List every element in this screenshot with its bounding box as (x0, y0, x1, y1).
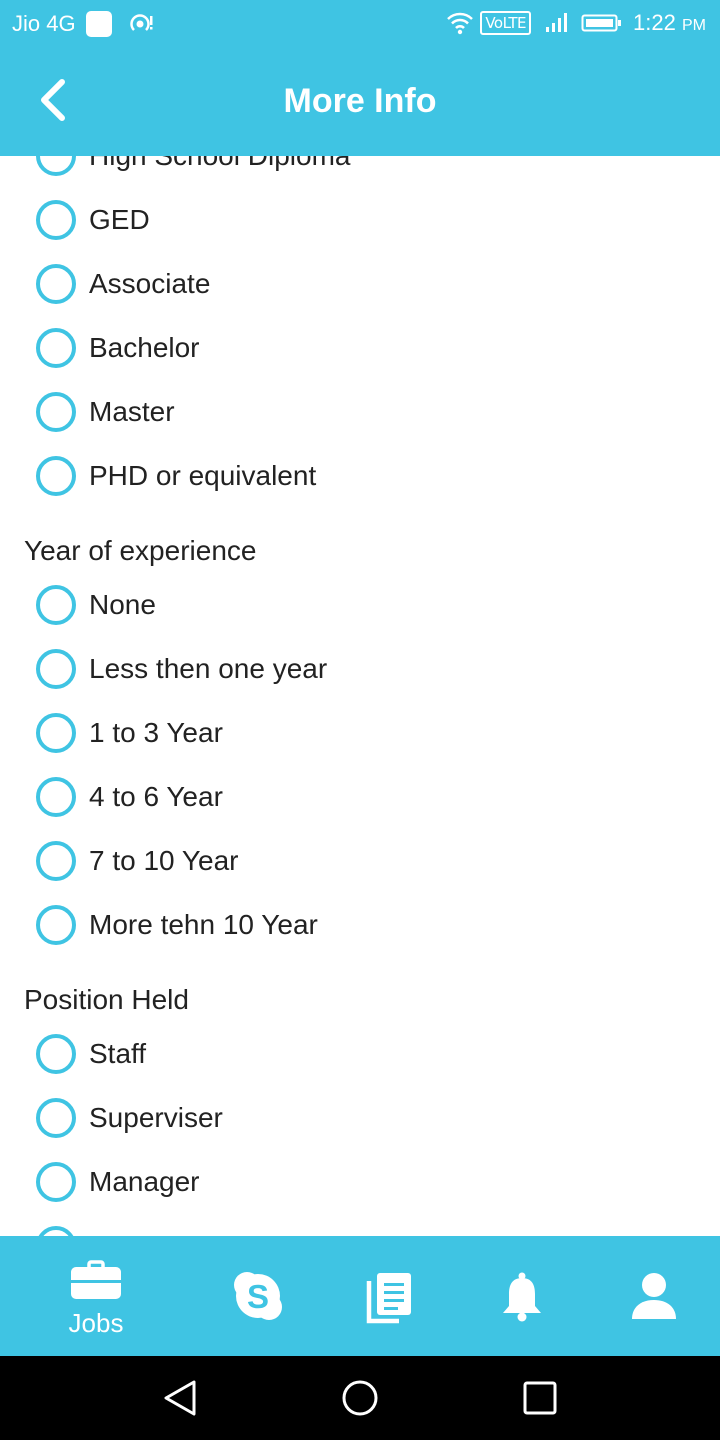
radio-button[interactable] (36, 456, 76, 496)
radio-button[interactable] (36, 713, 76, 753)
option-label: Less then one year (89, 653, 328, 684)
nav-item-jobs[interactable]: Jobs (40, 1236, 152, 1356)
option-label: Staff (89, 1038, 147, 1069)
radio-button[interactable] (36, 777, 76, 817)
option-label: Bachelor (89, 332, 200, 363)
status-left: Jio 4G (12, 11, 156, 37)
option-label: High School Diploma (89, 156, 350, 172)
radio-button[interactable] (36, 264, 76, 304)
option-label: More tehn 10 Year (89, 909, 318, 940)
radio-option-4-to-6-year[interactable]: 4 to 6 Year (36, 775, 223, 819)
clock: 1:22 PM (633, 10, 706, 36)
wifi-icon (447, 12, 474, 35)
radio-button[interactable] (36, 841, 76, 881)
signal-icon (546, 13, 568, 32)
user-icon (632, 1273, 676, 1319)
volte-badge: VoLTE (480, 11, 532, 35)
radio-button[interactable] (36, 1162, 76, 1202)
radio-option-more-than-10-year[interactable]: More tehn 10 Year (36, 903, 318, 947)
radio-button[interactable] (36, 1098, 76, 1138)
radio-option-1-to-3-year[interactable]: 1 to 3 Year (36, 711, 223, 755)
nav-item-notifications[interactable] (472, 1236, 572, 1356)
clock-ampm: PM (682, 17, 706, 34)
bell-icon (503, 1272, 541, 1322)
option-label: GED (89, 204, 150, 235)
radio-option-partial[interactable] (36, 1224, 76, 1236)
section-title-experience: Year of experience (24, 535, 257, 566)
svg-text:S: S (247, 1278, 269, 1315)
status-bar: Jio 4G VoLTE 1:22 PM (0, 0, 720, 50)
section-title-position: Position Held (24, 984, 189, 1015)
radio-button[interactable] (36, 156, 76, 176)
battery-icon (581, 14, 622, 32)
hotspot-icon (129, 14, 153, 31)
recents-square-icon[interactable] (520, 1378, 560, 1418)
clock-time: 1:22 (633, 10, 676, 35)
system-nav-bar (0, 1356, 720, 1440)
radio-option-associate[interactable]: Associate (36, 262, 210, 306)
option-label: PHD or equivalent (89, 460, 317, 491)
radio-option-master[interactable]: Master (36, 390, 175, 434)
radio-option-ged[interactable]: GED (36, 198, 150, 242)
status-right: VoLTE 1:22 PM (446, 10, 706, 36)
nav-item-skype[interactable]: S (208, 1236, 308, 1356)
radio-option-manager[interactable]: Manager (36, 1160, 200, 1204)
skype-icon: S (234, 1272, 282, 1320)
radio-button[interactable] (36, 585, 76, 625)
nav-item-documents[interactable] (340, 1236, 440, 1356)
option-label: Manager (89, 1166, 200, 1197)
back-triangle-icon[interactable] (160, 1378, 200, 1418)
radio-button[interactable] (36, 1034, 76, 1074)
bottom-nav: Jobs S (0, 1236, 720, 1356)
option-label: Associate (89, 268, 211, 299)
radio-option-high-school-diploma[interactable]: High School Diploma (36, 156, 350, 178)
nav-item-profile[interactable] (604, 1236, 704, 1356)
nav-label-jobs: Jobs (68, 1308, 124, 1338)
app-bar: More Info (0, 50, 720, 156)
option-label: 4 to 6 Year (89, 781, 223, 812)
radio-option-less-than-one-year[interactable]: Less then one year (36, 647, 327, 691)
radio-option-superviser[interactable]: Superviser (36, 1096, 223, 1140)
radio-option-none[interactable]: None (36, 583, 156, 627)
radio-option-phd[interactable]: PHD or equivalent (36, 454, 316, 498)
radio-option-7-to-10-year[interactable]: 7 to 10 Year (36, 839, 238, 883)
option-label: 1 to 3 Year (89, 717, 223, 748)
briefcase-icon (71, 1260, 121, 1299)
documents-icon (366, 1273, 411, 1324)
content-scroll[interactable]: High School Diploma GED Associate Bachel… (0, 156, 720, 1236)
radio-option-staff[interactable]: Staff (36, 1032, 146, 1076)
home-circle-icon[interactable] (340, 1378, 380, 1418)
radio-button[interactable] (36, 392, 76, 432)
notification-icon (85, 11, 112, 37)
radio-option-bachelor[interactable]: Bachelor (36, 326, 200, 370)
option-label: None (89, 589, 156, 620)
option-label: Master (89, 396, 175, 427)
radio-button[interactable] (36, 200, 76, 240)
radio-button[interactable] (36, 905, 76, 945)
radio-button[interactable] (36, 1226, 76, 1236)
option-label: Superviser (89, 1102, 223, 1133)
carrier-label: Jio 4G (12, 11, 76, 36)
option-label: 7 to 10 Year (89, 845, 239, 876)
page-title: More Info (283, 82, 437, 120)
radio-button[interactable] (36, 649, 76, 689)
radio-button[interactable] (36, 328, 76, 368)
